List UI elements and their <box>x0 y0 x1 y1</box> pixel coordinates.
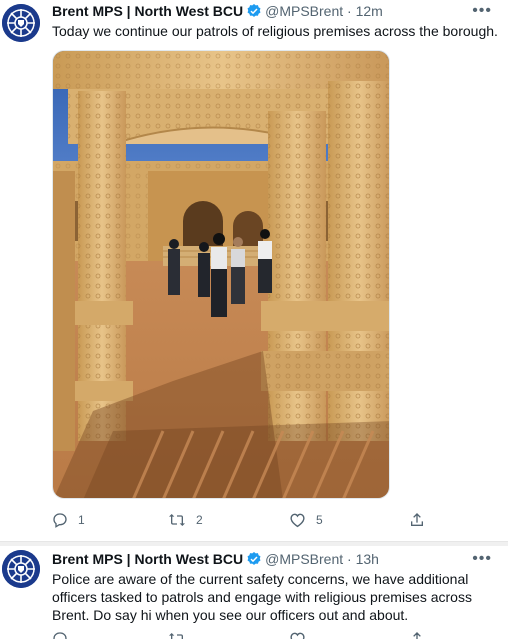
tweet-text: Police are aware of the current safety c… <box>52 571 472 623</box>
temple-photo <box>53 51 389 498</box>
more-options-button[interactable]: ••• <box>472 2 492 20</box>
retweet-button[interactable]: 2 <box>168 510 203 530</box>
tweet-actions-partial <box>52 632 432 639</box>
tweet-card[interactable]: Brent MPS | North West BCU @MPSBrent · 13… <box>0 546 508 639</box>
author-handle[interactable]: @MPSBrent <box>265 551 343 567</box>
reply-count: 1 <box>78 513 85 527</box>
timestamp[interactable]: 12m <box>356 3 383 19</box>
tweet-text: Today we continue our patrols of religio… <box>52 23 498 39</box>
avatar[interactable] <box>2 550 40 588</box>
author-name[interactable]: Brent MPS | North West BCU <box>52 3 243 19</box>
verified-badge-icon <box>246 3 262 22</box>
reply-button[interactable] <box>52 632 78 639</box>
share-button[interactable] <box>409 510 435 530</box>
more-options-button[interactable]: ••• <box>472 550 492 568</box>
verified-badge-icon <box>246 551 262 570</box>
reply-icon <box>53 513 67 528</box>
tweet-header: Brent MPS | North West BCU @MPSBrent · 12… <box>52 3 383 22</box>
tweet-card[interactable]: Brent MPS | North West BCU @MPSBrent · 12… <box>0 0 508 541</box>
police-crest-icon <box>2 550 40 588</box>
heart-icon <box>290 632 305 639</box>
share-icon <box>413 632 421 639</box>
retweet-icon <box>169 514 185 526</box>
like-button[interactable] <box>289 632 316 639</box>
reply-button[interactable]: 1 <box>52 510 85 530</box>
author-handle[interactable]: @MPSBrent <box>265 3 343 19</box>
avatar[interactable] <box>2 4 40 42</box>
tweet-header: Brent MPS | North West BCU @MPSBrent · 13… <box>52 551 379 570</box>
retweet-icon <box>169 633 183 639</box>
police-crest-icon <box>2 4 40 42</box>
share-icon <box>411 513 423 526</box>
tweet-photo[interactable] <box>52 50 390 499</box>
separator-dot: · <box>347 3 352 19</box>
heart-icon <box>290 513 305 528</box>
reply-icon <box>53 632 67 639</box>
author-name[interactable]: Brent MPS | North West BCU <box>52 551 243 567</box>
retweet-count: 2 <box>196 513 203 527</box>
timestamp[interactable]: 13h <box>356 551 379 567</box>
tweet-actions: 1 2 5 <box>52 510 432 530</box>
like-count: 5 <box>316 513 323 527</box>
retweet-button[interactable] <box>168 632 196 639</box>
share-button[interactable] <box>409 632 435 639</box>
like-button[interactable]: 5 <box>289 510 323 530</box>
separator-dot: · <box>347 551 352 567</box>
